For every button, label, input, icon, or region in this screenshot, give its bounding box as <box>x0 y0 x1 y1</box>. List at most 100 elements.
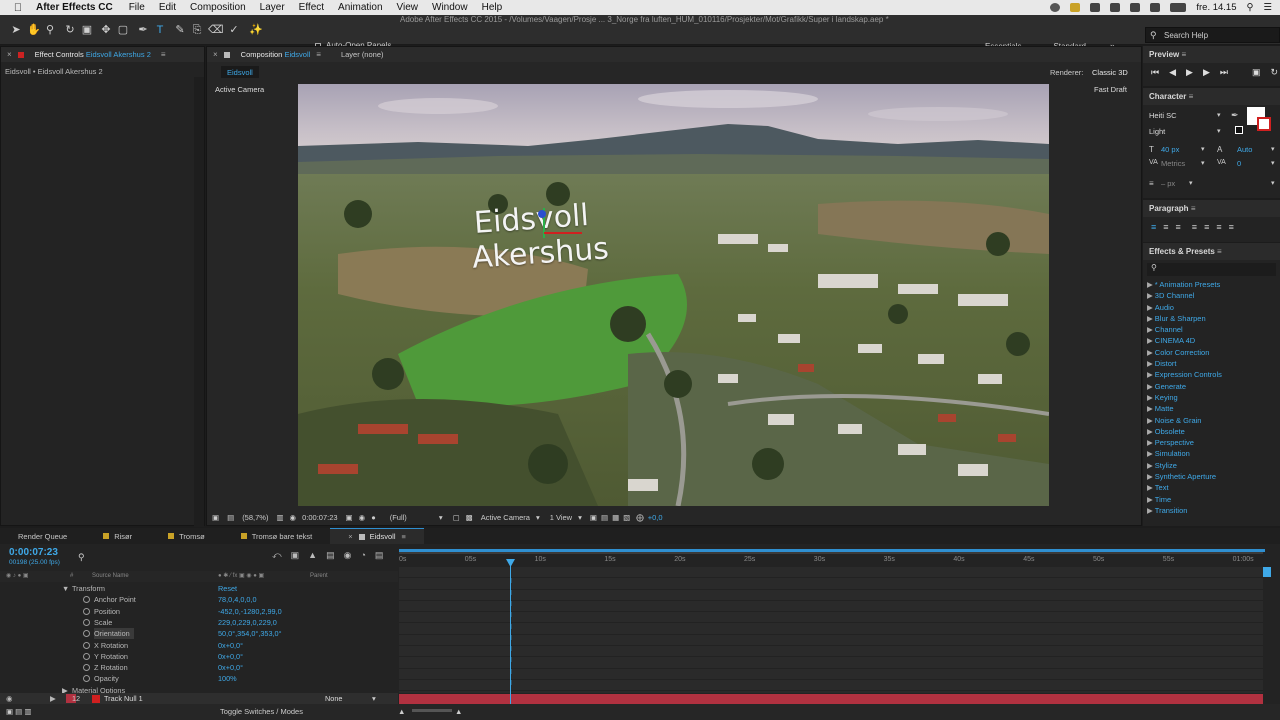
leading-value[interactable]: Auto <box>1237 145 1252 154</box>
effects-search-input[interactable]: ⚲ <box>1147 263 1276 276</box>
disclosure-triangle-icon[interactable]: ▶ <box>1147 461 1153 470</box>
snapshot-icon[interactable]: ▣ <box>346 513 353 522</box>
toggle-switches-modes[interactable]: Toggle Switches / Modes <box>220 707 303 716</box>
show-snapshot-icon[interactable]: ◉ <box>359 513 366 522</box>
track-row[interactable]: I <box>399 646 1263 658</box>
close-tab-icon[interactable]: × <box>348 532 352 541</box>
close-tab-icon[interactable]: × <box>213 50 218 59</box>
tab-tromso-bare-tekst[interactable]: Tromsø bare tekst <box>223 528 331 544</box>
property-value[interactable]: 50,0°,354,0°,353,0° <box>218 628 282 639</box>
work-area-range[interactable] <box>399 549 1265 552</box>
panel-menu-icon[interactable]: ≡ <box>161 50 166 59</box>
disclosure-triangle-icon[interactable]: ▶ <box>1147 416 1153 425</box>
disclosure-triangle-icon[interactable]: ▶ <box>1147 291 1153 300</box>
tab-composition[interactable]: Composition Eidsvoll <box>235 47 317 62</box>
property-value[interactable]: 0x+0,0° <box>218 651 243 662</box>
property-row[interactable]: Y Rotation 0x+0,0° <box>0 651 398 662</box>
effects-category-item[interactable]: ▶ Channel <box>1143 324 1280 335</box>
disclosure-triangle-icon[interactable]: ▶ <box>1147 438 1153 447</box>
renderer-value[interactable]: Classic 3D <box>1092 68 1128 77</box>
chevron-down-icon[interactable]: ▾ <box>1271 145 1275 153</box>
chevron-down-icon[interactable]: ▾ <box>439 513 443 522</box>
kerning-value[interactable]: Metrics <box>1161 159 1185 168</box>
nvidia-icon[interactable] <box>1110 3 1121 12</box>
track-row[interactable]: I <box>399 612 1263 624</box>
menu-layer[interactable]: Layer <box>260 2 285 13</box>
play-icon[interactable]: ▶ <box>1186 67 1193 78</box>
monitor-icon[interactable]: ▤ <box>227 513 234 522</box>
camera-snapshot-icon[interactable]: ◉ <box>290 513 297 522</box>
property-value[interactable]: -452,0,-1280,2,99,0 <box>218 606 282 617</box>
title-safe-icon[interactable]: ▥ <box>276 513 283 522</box>
property-row[interactable]: Opacity 100% <box>0 673 398 684</box>
track-row[interactable]: I <box>399 590 1263 601</box>
swap-colors-icon[interactable] <box>1235 126 1243 134</box>
property-name[interactable]: Y Rotation <box>94 651 132 662</box>
source-name-header[interactable]: Source Name <box>92 573 129 579</box>
align-right-icon[interactable]: ≡ <box>1176 222 1181 232</box>
track-row[interactable]: I <box>399 635 1263 647</box>
type-tool-icon[interactable]: T <box>154 24 166 36</box>
menu-animation[interactable]: Animation <box>338 2 382 13</box>
always-preview-icon[interactable]: ▣ <box>212 513 219 522</box>
clone-stamp-tool-icon[interactable]: ⎘ <box>191 24 203 36</box>
justify-right-icon[interactable]: ≡ <box>1216 222 1221 232</box>
disclosure-triangle-icon[interactable]: ▶ <box>1147 427 1153 436</box>
app-name-menu[interactable]: After Effects CC <box>36 2 113 13</box>
chevron-down-icon[interactable]: ▾ <box>1217 127 1221 135</box>
property-value[interactable]: 229,0,229,0,229,0 <box>218 617 277 628</box>
timeline-current-time[interactable]: 0:00:07:23 <box>9 547 58 558</box>
track-row[interactable] <box>399 567 1263 579</box>
effects-category-item[interactable]: ▶ Generate <box>1143 381 1280 392</box>
transform-group-row[interactable]: ▼ Transform Reset <box>0 583 398 594</box>
zoom-in-icon[interactable]: ▲ <box>455 707 462 716</box>
effects-category-item[interactable]: ▶ Expression Controls <box>1143 369 1280 380</box>
stopwatch-icon[interactable] <box>83 618 90 626</box>
flowchart-icon[interactable]: ▧ <box>623 513 630 522</box>
property-row[interactable]: X Rotation 0x+0,0° <box>0 640 398 651</box>
property-value[interactable]: 100% <box>218 673 237 684</box>
expand-icons-icon[interactable]: ▣ ▤ ▥ <box>6 707 31 716</box>
shield-icon[interactable] <box>1070 3 1081 12</box>
effects-category-item[interactable]: ▶ CINEMA 4D <box>1143 335 1280 346</box>
track-row[interactable]: I <box>399 624 1263 635</box>
tab-eidsvoll[interactable]: × Eidsvoll ≡ <box>330 528 424 544</box>
last-frame-icon[interactable]: ⏭ <box>1220 67 1228 78</box>
search-icon[interactable]: ⚲ <box>78 552 85 563</box>
effects-category-item[interactable]: ▶ Matte <box>1143 403 1280 414</box>
effects-category-item[interactable]: ▶ Transition <box>1143 505 1280 516</box>
track-row[interactable]: I <box>399 578 1263 590</box>
property-name[interactable]: Orientation <box>94 628 134 640</box>
time-ruler[interactable]: 0s 05s 10s 15s 20s 25s 30s 35s 40s 45s 50s 55s 01:00… <box>399 554 1263 567</box>
rectangle-tool-icon[interactable]: ▢ <box>117 24 129 36</box>
chevron-down-icon[interactable]: ▾ <box>1201 159 1205 167</box>
effects-category-item[interactable]: ▶ Noise & Grain <box>1143 415 1280 426</box>
justify-all-icon[interactable]: ≡ <box>1229 222 1234 232</box>
loop-icon[interactable]: ↻ <box>1271 67 1279 78</box>
disclosure-triangle-icon[interactable]: ▶ <box>50 693 56 704</box>
z-axis-gizmo[interactable] <box>538 210 546 218</box>
disclosure-triangle-icon[interactable]: ▶ <box>1147 382 1153 391</box>
timeline-tracks[interactable]: IIIIIIIIII <box>399 567 1263 693</box>
tab-effect-controls[interactable]: Effect Controls Eidsvoll Akershus 2 <box>29 47 157 62</box>
stroke-color-swatch[interactable] <box>1257 117 1271 131</box>
transparency-grid-icon[interactable]: ▩ <box>466 513 473 522</box>
camera-view-dropdown[interactable]: Active Camera <box>481 513 530 522</box>
property-row[interactable]: Orientation 50,0°,354,0°,353,0° <box>0 628 398 640</box>
pen-tool-icon[interactable]: ✒ <box>137 24 149 36</box>
wifi-icon[interactable] <box>1130 3 1141 12</box>
chevron-down-icon[interactable]: ▾ <box>578 513 582 522</box>
effects-category-item[interactable]: ▶ Keying <box>1143 392 1280 403</box>
effects-category-item[interactable]: ▶ Synthetic Aperture <box>1143 471 1280 482</box>
track-row[interactable]: I <box>399 601 1263 613</box>
next-frame-icon[interactable]: ▶ <box>1203 67 1210 78</box>
justify-left-icon[interactable]: ≡ <box>1192 222 1197 232</box>
current-time-value[interactable]: 0:00:07:23 <box>302 513 337 522</box>
effects-category-item[interactable]: ▶ Simulation <box>1143 448 1280 459</box>
chevron-down-icon[interactable]: ▾ <box>1271 179 1275 187</box>
disclosure-triangle-icon[interactable]: ▶ <box>1147 404 1153 413</box>
disclosure-triangle-icon[interactable]: ▶ <box>1147 359 1153 368</box>
first-frame-icon[interactable]: ⏮ <box>1151 67 1159 78</box>
disclosure-triangle-icon[interactable]: ▶ <box>1147 483 1153 492</box>
stroke-width-value[interactable]: – px <box>1161 179 1175 188</box>
